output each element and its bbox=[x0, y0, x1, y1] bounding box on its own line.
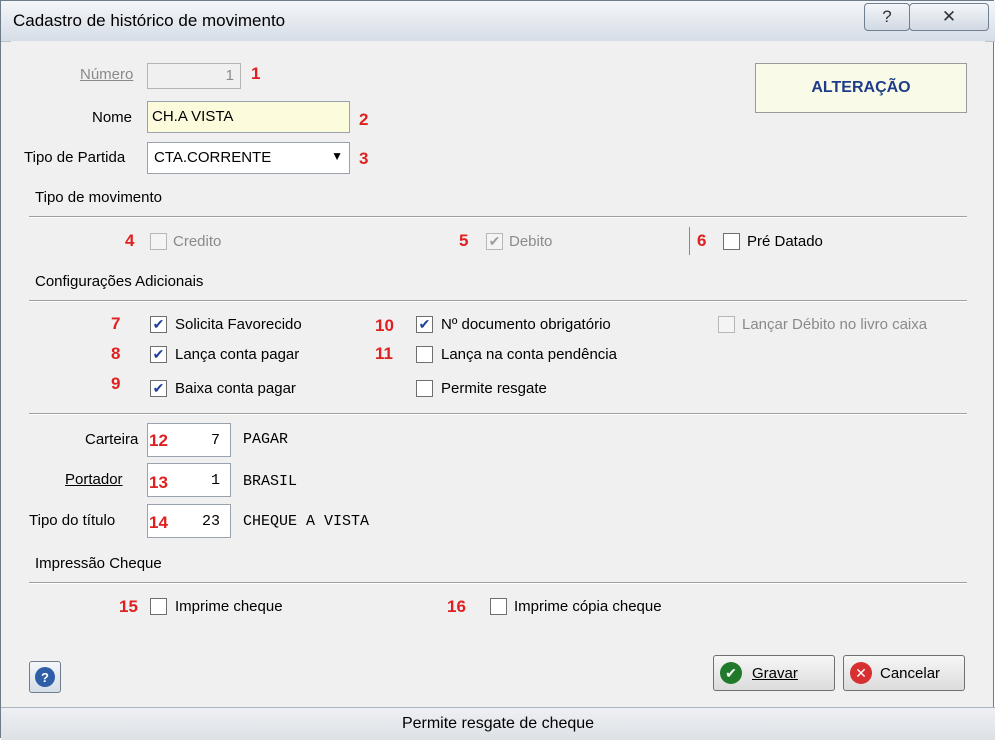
marker-10: 10 bbox=[375, 316, 394, 335]
cancel-icon: ✕ bbox=[850, 662, 872, 684]
nome-label: Nome bbox=[92, 109, 133, 126]
marker-9: 9 bbox=[111, 374, 121, 393]
marker-4: 4 bbox=[125, 231, 135, 250]
portador-label: Portador bbox=[65, 471, 123, 488]
marker-2: 2 bbox=[359, 110, 369, 129]
dialog-window: Cadastro de histórico de movimento ? ✕ N… bbox=[0, 0, 995, 740]
divider bbox=[29, 582, 967, 584]
chevron-down-icon: ▼ bbox=[331, 149, 343, 163]
permite-resgate-checkbox[interactable] bbox=[416, 380, 433, 397]
gravar-label: Gravar bbox=[752, 664, 798, 682]
tipo-titulo-code: 23 bbox=[201, 513, 220, 530]
numero-field[interactable]: 1 bbox=[147, 63, 241, 89]
pre-datado-label: Pré Datado bbox=[747, 233, 823, 250]
marker-16: 16 bbox=[447, 597, 466, 616]
title-bar: Cadastro de histórico de movimento ? ✕ bbox=[1, 1, 995, 42]
marker-8: 8 bbox=[111, 344, 121, 363]
marker-6: 6 bbox=[697, 231, 707, 250]
credito-checkbox[interactable] bbox=[150, 233, 167, 250]
baixa-conta-pagar-checkbox[interactable]: ✔ bbox=[150, 380, 167, 397]
marker-3: 3 bbox=[359, 149, 369, 168]
help-button[interactable]: ? bbox=[29, 661, 61, 693]
credito-label: Credito bbox=[173, 233, 222, 250]
marker-12: 12 bbox=[149, 431, 168, 450]
imprime-copia-label: Imprime cópia cheque bbox=[514, 598, 662, 615]
marker-14: 14 bbox=[149, 513, 168, 532]
help-icon: ? bbox=[35, 667, 55, 687]
nome-input[interactable]: CH.A VISTA bbox=[147, 101, 350, 133]
dialog-body: Número 1 1 ALTERAÇÃO Nome CH.A VISTA 2 T… bbox=[11, 41, 985, 707]
close-button[interactable]: ✕ bbox=[909, 3, 989, 31]
marker-5: 5 bbox=[459, 231, 469, 250]
window-title: Cadastro de histórico de movimento bbox=[13, 11, 286, 30]
divider bbox=[29, 413, 967, 415]
impressao-header: Impressão Cheque bbox=[35, 555, 162, 572]
check-icon: ✔ bbox=[720, 662, 742, 684]
tipo-titulo-desc: CHEQUE A VISTA bbox=[243, 513, 370, 530]
divider bbox=[29, 216, 967, 218]
baixa-conta-pagar-label: Baixa conta pagar bbox=[175, 380, 296, 397]
permite-resgate-label: Permite resgate bbox=[441, 380, 547, 397]
debito-checkbox[interactable]: ✔ bbox=[486, 233, 503, 250]
vertical-divider bbox=[689, 227, 690, 255]
mode-badge: ALTERAÇÃO bbox=[755, 63, 967, 113]
tipo-partida-value: CTA.CORRENTE bbox=[154, 149, 272, 166]
imprime-cheque-label: Imprime cheque bbox=[175, 598, 283, 615]
carteira-code: 7 bbox=[210, 432, 220, 449]
marker-1: 1 bbox=[251, 64, 261, 83]
tipo-movimento-header: Tipo de movimento bbox=[35, 189, 163, 206]
tipo-partida-select[interactable]: CTA.CORRENTE ▼ bbox=[147, 142, 350, 174]
cancelar-button[interactable]: ✕ Cancelar bbox=[843, 655, 965, 691]
lanca-conta-pagar-label: Lança conta pagar bbox=[175, 346, 300, 363]
marker-13: 13 bbox=[149, 473, 168, 492]
imprime-copia-checkbox[interactable] bbox=[490, 598, 507, 615]
solicita-favorecido-label: Solicita Favorecido bbox=[175, 316, 302, 333]
lanca-conta-pagar-checkbox[interactable]: ✔ bbox=[150, 346, 167, 363]
marker-15: 15 bbox=[119, 597, 138, 616]
marker-7: 7 bbox=[111, 314, 121, 333]
cancelar-label: Cancelar bbox=[880, 664, 941, 682]
tipo-titulo-label: Tipo do título bbox=[29, 512, 116, 529]
divider bbox=[29, 300, 967, 302]
portador-desc: BRASIL bbox=[243, 473, 298, 490]
status-bar: Permite resgate de cheque bbox=[1, 707, 995, 740]
doc-obrigatorio-label: Nº documento obrigatório bbox=[441, 316, 611, 333]
numero-value: 1 bbox=[225, 67, 234, 84]
tipo-partida-label: Tipo de Partida bbox=[24, 149, 126, 166]
help-title-button[interactable]: ? bbox=[864, 3, 910, 31]
pre-datado-checkbox[interactable] bbox=[723, 233, 740, 250]
close-icon: ✕ bbox=[941, 7, 957, 26]
marker-11: 11 bbox=[375, 344, 393, 363]
nome-value: CH.A VISTA bbox=[152, 108, 234, 125]
solicita-favorecido-checkbox[interactable]: ✔ bbox=[150, 316, 167, 333]
lanca-pendencia-label: Lança na conta pendência bbox=[441, 346, 617, 363]
question-icon: ? bbox=[882, 7, 892, 26]
imprime-cheque-checkbox[interactable] bbox=[150, 598, 167, 615]
portador-code: 1 bbox=[210, 472, 220, 489]
gravar-button[interactable]: ✔ Gravar bbox=[713, 655, 835, 691]
lancar-debito-livro-checkbox[interactable] bbox=[718, 316, 735, 333]
status-text: Permite resgate de cheque bbox=[401, 715, 595, 732]
lancar-debito-livro-label: Lançar Débito no livro caixa bbox=[742, 316, 928, 333]
debito-label: Debito bbox=[509, 233, 553, 250]
config-header: Configurações Adicionais bbox=[35, 273, 204, 290]
doc-obrigatorio-checkbox[interactable]: ✔ bbox=[416, 316, 433, 333]
lanca-pendencia-checkbox[interactable] bbox=[416, 346, 433, 363]
numero-label: Número bbox=[80, 66, 134, 83]
carteira-desc: PAGAR bbox=[243, 431, 289, 448]
carteira-label: Carteira bbox=[85, 431, 139, 448]
